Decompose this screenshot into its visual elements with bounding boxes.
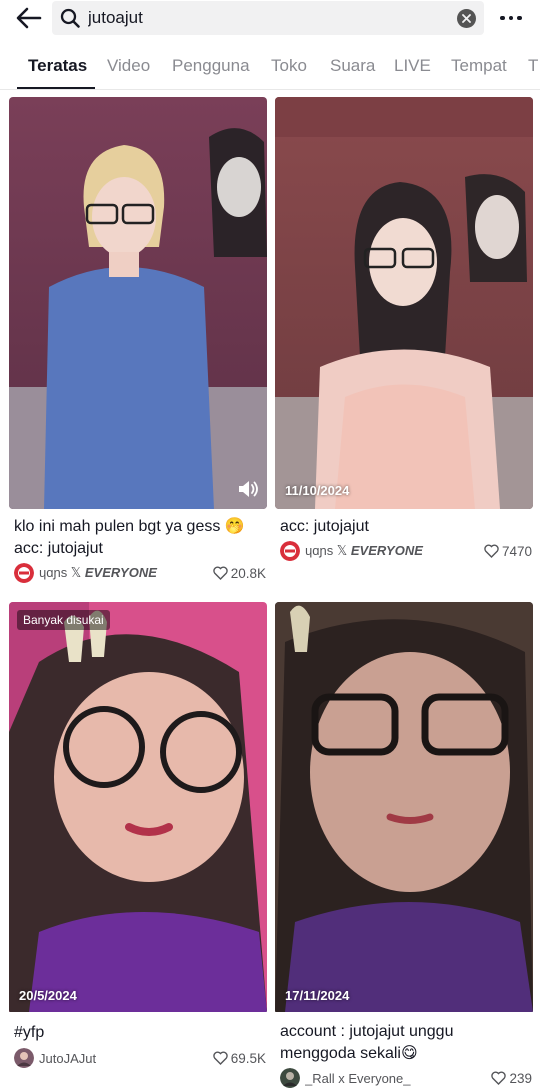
search-box[interactable] [52,1,484,35]
post-date: 17/11/2024 [285,988,350,1003]
video-caption: acc: jutojajut [280,518,369,535]
active-tab-indicator [17,87,95,89]
heart-icon [484,544,499,558]
search-tabs: Teratas Video Pengguna Toko Suara LIVE T… [0,44,540,90]
heart-icon [212,566,228,580]
arrow-left-icon [16,7,42,29]
tab-live[interactable]: LIVE [394,56,431,76]
video-thumbnail[interactable]: 11/10/2024 [275,97,533,509]
back-button[interactable] [14,4,44,32]
video-thumbnail[interactable] [9,97,267,509]
author-name[interactable]: JutoJAJut [39,1051,213,1066]
like-count: 20.8K [212,566,266,581]
author-name[interactable]: ɥɑɲs 𝕏 EVERYONE [39,565,213,581]
video-meta: _Rall x Everyone_ 239 [280,1067,532,1089]
video-caption: account : jutojajut unggu menggoda sekal… [280,1023,454,1062]
post-date: 20/5/2024 [19,988,77,1003]
popular-badge: Banyak disukai [17,610,110,630]
like-count: 7470 [484,544,532,559]
video-caption: klo ini mah pulen bgt ya gess 🤭 acc: jut… [14,518,245,557]
heart-icon [491,1071,507,1085]
tab-places[interactable]: Tempat [451,56,507,76]
brand-logo-icon[interactable] [14,563,34,583]
video-thumbnail-image [9,97,267,509]
author-name[interactable]: _Rall x Everyone_ [305,1071,491,1086]
video-meta: ɥɑɲs 𝕏 EVERYONE 7470 [280,540,532,562]
video-meta: ɥɑɲs 𝕏 EVERYONE 20.8K [14,562,266,584]
more-dots-icon [500,15,505,21]
video-thumbnail-image [9,602,267,1012]
tab-video[interactable]: Video [107,56,150,76]
user-avatar-icon[interactable] [14,1048,34,1068]
like-count: 69.5K [212,1051,266,1066]
post-date: 11/10/2024 [285,483,350,498]
top-bar [0,0,540,36]
video-thumbnail-image [275,602,533,1012]
video-thumbnail-image [275,97,533,509]
tab-shop[interactable]: Toko [271,56,307,76]
more-options-button[interactable] [494,6,528,30]
brand-logo-icon[interactable] [280,541,300,561]
search-icon [60,8,80,28]
author-name[interactable]: ɥɑɲs 𝕏 EVERYONE [305,543,484,559]
tab-users[interactable]: Pengguna [172,56,250,76]
sound-icon[interactable] [237,479,259,499]
video-meta: JutoJAJut 69.5K [14,1047,266,1069]
heart-icon [212,1051,228,1065]
tab-sounds[interactable]: Suara [330,56,375,76]
video-caption: #yfp [14,1024,45,1041]
close-icon [462,14,471,23]
tab-top[interactable]: Teratas [28,56,87,76]
like-count: 239 [491,1071,532,1086]
clear-search-button[interactable] [457,9,476,28]
video-thumbnail[interactable]: Banyak disukai 20/5/2024 [9,602,267,1014]
search-input[interactable] [88,1,448,35]
tab-more-partial[interactable]: T [528,56,538,76]
video-thumbnail[interactable]: 17/11/2024 [275,602,533,1014]
user-avatar-icon[interactable] [280,1068,300,1088]
